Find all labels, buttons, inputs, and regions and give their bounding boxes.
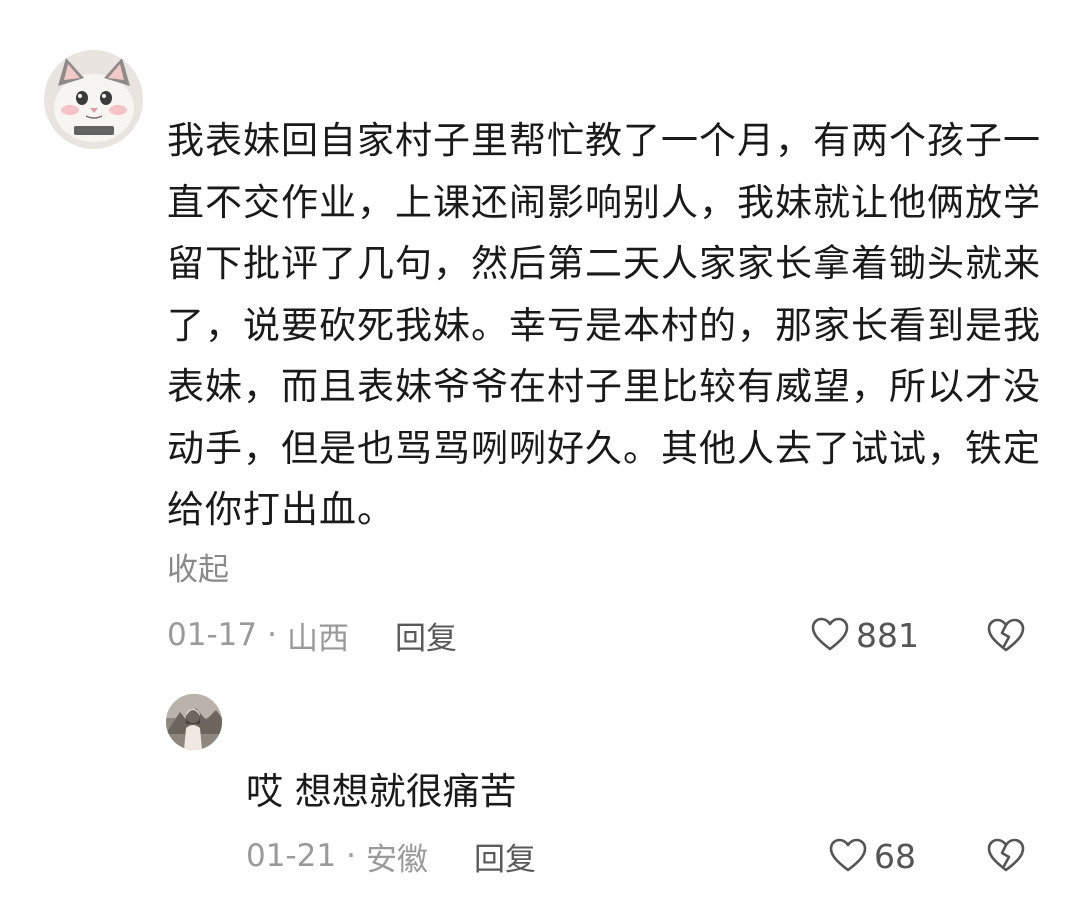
reply-button[interactable]: 回复 — [395, 613, 457, 658]
reply-like-button[interactable]: 68 — [828, 831, 916, 881]
heart-outline-icon — [829, 838, 867, 872]
person-avatar-image — [166, 694, 222, 750]
reply-location: 安徽 — [365, 841, 428, 878]
like-button[interactable]: 881 — [810, 610, 919, 660]
broken-heart-icon — [987, 838, 1025, 872]
collapse-button[interactable]: 收起 — [167, 548, 229, 592]
cat-avatar-image — [44, 50, 143, 149]
comment-date: 01-17 — [167, 617, 258, 653]
like-count: 881 — [856, 615, 919, 655]
avatar[interactable] — [44, 50, 143, 149]
comment-text: 我表妹回自家村子里帮忙教了一个月，有两个孩子一直不交作业，上课还闹影响别人，我妹… — [167, 119, 1041, 531]
comment-meta: 01-17 · 山西 回复 — [167, 610, 457, 660]
comment-location: 山西 — [286, 620, 349, 657]
dislike-button[interactable] — [986, 616, 1026, 656]
reply-avatar[interactable] — [166, 694, 222, 750]
reply-text: 哎 想想就很痛苦 — [246, 770, 517, 813]
reply-dislike-button[interactable] — [986, 836, 1026, 876]
heart-outline-icon — [811, 617, 849, 651]
broken-heart-icon — [987, 618, 1025, 652]
meta-separator: · — [267, 617, 277, 653]
reply-date: 01-21 — [246, 838, 337, 874]
reply-meta: 01-21 · 安徽 回复 — [246, 831, 536, 881]
meta-separator: · — [346, 838, 356, 874]
reply-reply-button[interactable]: 回复 — [474, 834, 536, 879]
reply-like-count: 68 — [874, 836, 916, 876]
